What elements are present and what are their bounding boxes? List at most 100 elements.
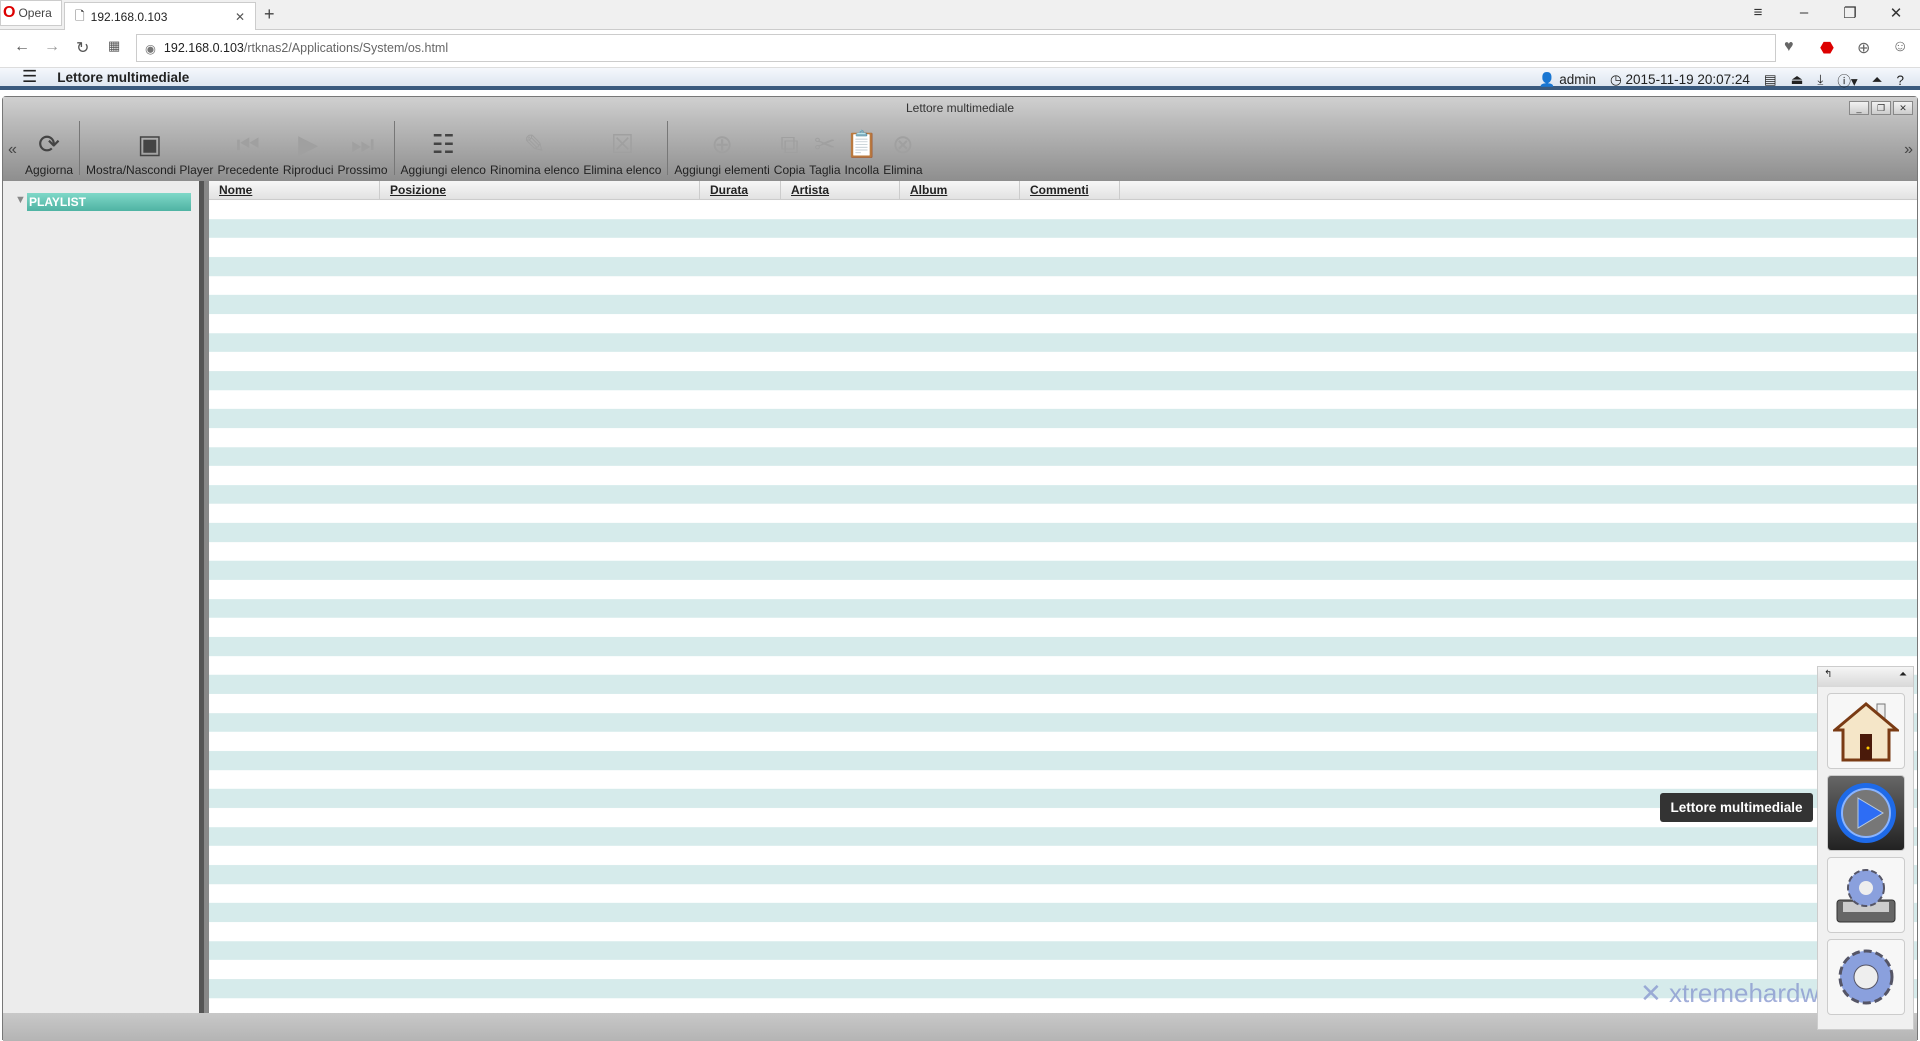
clock-icon: ◷ (1609, 72, 1622, 87)
toolbar-scroll-left-icon[interactable]: « (8, 141, 17, 159)
player-icon: ▣ (137, 129, 163, 159)
toolbar-button-label: Riproduci (282, 163, 334, 177)
rename-list-icon: ✎ (523, 129, 546, 159)
column-header-commenti[interactable]: Commenti (1020, 181, 1120, 199)
column-header-album[interactable]: Album (900, 181, 1020, 199)
opera-menu-button[interactable]: O Opera (0, 0, 62, 26)
tree-node-playlist[interactable]: PLAYLIST (27, 193, 191, 211)
dock-media-player-button[interactable] (1826, 775, 1905, 851)
toolbar-button-precedente[interactable]: ⏮ Precedente (215, 125, 280, 177)
browser-tab[interactable]: 🗋 192.168.0.103 ✕ (64, 2, 256, 31)
next-icon: ⏭ (350, 129, 375, 159)
toolbar-scroll-right-icon[interactable]: » (1904, 141, 1913, 159)
bookmark-heart-icon[interactable]: ♥ (1784, 38, 1794, 56)
status-bar (3, 1013, 1917, 1041)
toolbar-button-label: Prossimo (337, 163, 388, 177)
paste-icon: 📋 (845, 129, 879, 159)
toolbar-button-label: Rinomina elenco (489, 163, 580, 177)
window-titlebar[interactable]: Lettore multimediale _ ❐ ✕ (3, 97, 1917, 119)
toolbar-button-rinomina-elenco[interactable]: ✎ Rinomina elenco (488, 125, 581, 177)
adblock-icon[interactable]: ⬣ (1820, 38, 1834, 58)
toolbar-button-incolla[interactable]: 📋 Incolla (843, 125, 882, 177)
media-player-window: Lettore multimediale _ ❐ ✕ ⟳ Aggiorna ▣ Mostr… (2, 96, 1918, 1041)
toolbar-button-aggiungi-elementi[interactable]: ⊕ Aggiungi elementi (672, 125, 771, 177)
toolbar-button-label: Elimina (883, 163, 923, 177)
disk-icon[interactable]: ⏏ (1791, 72, 1804, 88)
storage-settings-icon (1836, 869, 1895, 923)
toolbar-button-label: Mostra/Nascondi Player (86, 163, 214, 177)
dock-header: ↰ ⏶ (1818, 667, 1913, 687)
toolbar-button-label: Taglia (809, 163, 841, 177)
media-player-icon (1835, 783, 1896, 843)
info-icon[interactable]: ⓘ▾ (1837, 70, 1857, 90)
tab-menu-icon[interactable]: ≡ (1738, 4, 1778, 21)
speed-dial-icon[interactable]: ▦ (108, 38, 120, 54)
help-icon[interactable]: ? (1896, 73, 1904, 88)
column-header-durata[interactable]: Durata (700, 181, 781, 199)
toolbar-button-elimina-elenco[interactable]: ☒ Elimina elenco (581, 125, 663, 177)
dock-collapse-icon[interactable]: ⏶ (1899, 669, 1907, 685)
column-header-posizione[interactable]: Posizione (380, 181, 700, 199)
refresh-icon: ⟳ (38, 129, 60, 159)
reload-icon[interactable]: ↻ (76, 38, 89, 58)
opera-logo-icon: O (3, 4, 16, 21)
dock-storage-settings-button[interactable] (1826, 857, 1905, 933)
previous-icon: ⏮ (236, 129, 260, 159)
app-header: ☰ Lettore multimediale 👤 admin ◷ 2015-11… (0, 67, 1920, 90)
toolbar-button-copia[interactable]: ⧉ Copia (772, 125, 807, 177)
window-title: Lettore multimediale (905, 101, 1015, 115)
toolbar-button-mostra-nascondi-player[interactable]: ▣ Mostra/Nascondi Player (84, 125, 215, 177)
toolbar-button-riproduci[interactable]: ▶ Riproduci (281, 125, 336, 177)
url-host: 192.168.0.103 (163, 41, 244, 55)
cut-icon: ✂ (813, 129, 836, 159)
toolbar-button-label: Incolla (844, 163, 880, 177)
hamburger-menu-icon[interactable]: ☰ (22, 67, 37, 87)
copy-icon: ⧉ (780, 129, 799, 159)
window-minimize-button[interactable]: _ (1849, 101, 1869, 115)
eject-icon[interactable]: ⏶ (1872, 72, 1883, 88)
dock-back-icon[interactable]: ↰ (1824, 669, 1832, 685)
close-window-button[interactable]: ✕ (1876, 4, 1916, 22)
toolbar-separator (393, 121, 395, 175)
toolbar-button-aggiorna[interactable]: ⟳ Aggiorna (23, 125, 75, 177)
toolbar-button-elimina[interactable]: ⊗ Elimina (881, 125, 924, 177)
url-path: /rtknas2/Applications/System/os.html (243, 41, 449, 55)
column-header-nome[interactable]: Nome (209, 181, 380, 199)
downloads-icon[interactable]: ⊕ (1857, 38, 1870, 58)
toolbar-button-taglia[interactable]: ✂ Taglia (807, 125, 842, 177)
back-icon[interactable]: ← (14, 38, 30, 56)
new-tab-button[interactable]: + (264, 4, 275, 25)
delete-list-icon: ☒ (610, 129, 635, 159)
column-header-artista[interactable]: Artista (781, 181, 900, 199)
dock-home-button[interactable] (1826, 693, 1905, 769)
toolbar-button-label: Aggiorna (25, 163, 74, 177)
opera-label: Opera (18, 6, 52, 20)
address-bar[interactable]: ◉ 192.168.0.103/rtknas2/Applications/Syst… (136, 34, 1776, 62)
datetime: 2015-11-19 20:07:24 (1625, 72, 1750, 87)
add-items-icon: ⊕ (711, 129, 733, 159)
toolbar-button-aggiungi-elenco[interactable]: ☷ Aggiungi elenco (399, 125, 488, 177)
dock-settings-button[interactable] (1826, 939, 1905, 1015)
playlist-grid[interactable]: Nome Posizione Durata Artista Album Comm… (209, 181, 1917, 1013)
window-list-icon[interactable]: ▤ (1764, 72, 1777, 88)
page-icon: 🗋 (75, 8, 85, 23)
toolbar-separator (667, 121, 669, 175)
download-icon[interactable]: ⤓ (1817, 72, 1823, 88)
toolbar-button-prossimo[interactable]: ⏭ Prossimo (336, 125, 390, 177)
home-icon (1832, 702, 1899, 762)
window-close-button[interactable]: ✕ (1893, 101, 1913, 115)
restore-button[interactable]: ❐ (1830, 4, 1870, 22)
user-icon: 👤 (1538, 72, 1556, 87)
app-title: Lettore multimediale (57, 69, 190, 85)
window-maximize-button[interactable]: ❐ (1871, 101, 1891, 115)
expand-triangle-icon[interactable]: ▼ (15, 194, 26, 206)
forward-icon[interactable]: → (44, 38, 60, 56)
minimize-button[interactable]: – (1784, 4, 1824, 21)
clock: ◷ 2015-11-19 20:07:24 (1610, 72, 1750, 88)
browser-tab-bar: O Opera 🗋 192.168.0.103 ✕ + ≡ – ❐ ✕ (0, 0, 1920, 31)
site-info-icon[interactable]: ◉ (145, 41, 156, 56)
close-tab-icon[interactable]: ✕ (235, 10, 245, 24)
account-icon[interactable]: ☺ (1892, 38, 1908, 56)
user-menu[interactable]: 👤 admin (1539, 72, 1596, 88)
toolbar-button-label: Copia (773, 163, 806, 177)
